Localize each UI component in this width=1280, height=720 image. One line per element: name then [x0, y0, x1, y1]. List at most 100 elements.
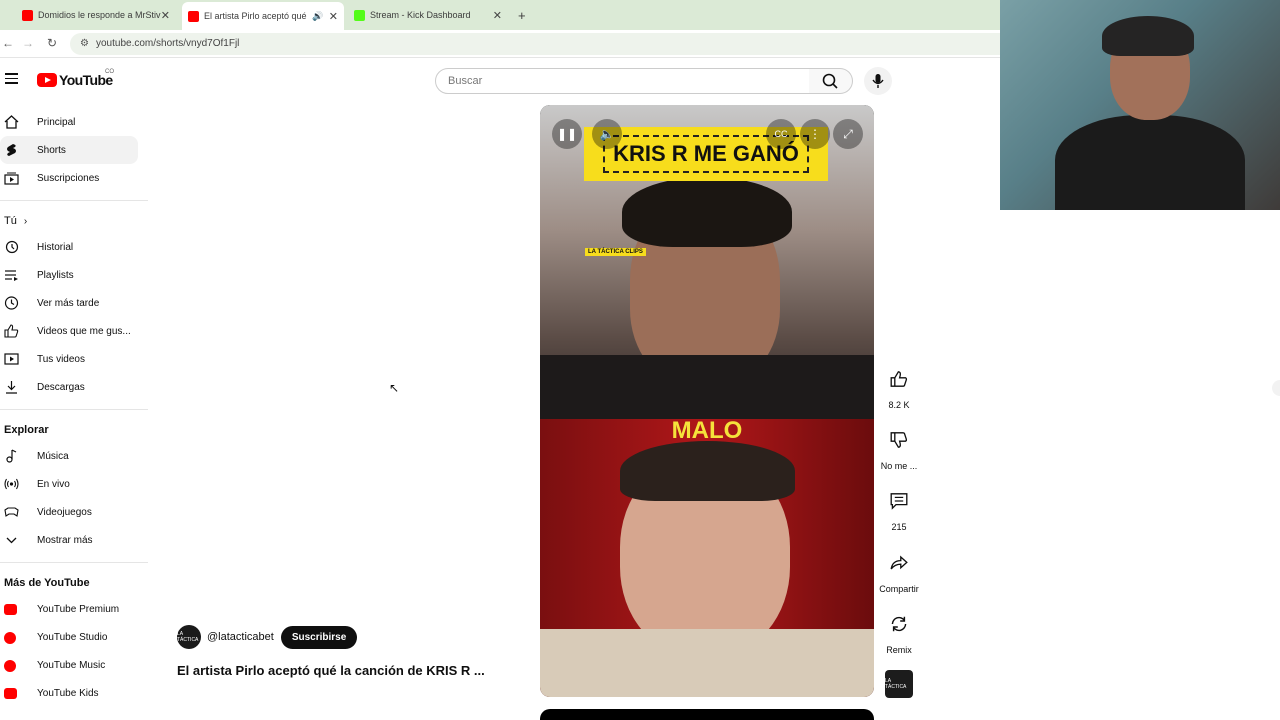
- volume-button[interactable]: 🔈: [592, 119, 622, 149]
- search-placeholder: Buscar: [448, 75, 483, 87]
- sidebar-item-youtube-studio[interactable]: YouTube Studio: [0, 623, 148, 651]
- youtube-favicon-icon: [22, 9, 33, 21]
- sidebar-item-downloads[interactable]: Descargas: [0, 373, 148, 401]
- sidebar-item-live[interactable]: En vivo: [0, 470, 148, 498]
- mouse-cursor-icon: ↖: [389, 381, 400, 395]
- like-icon: [4, 324, 19, 338]
- your-videos-icon: [4, 353, 19, 365]
- reload-icon[interactable]: ↻: [47, 36, 57, 50]
- sidebar-item-liked-videos[interactable]: Videos que me gus...: [0, 317, 148, 345]
- sidebar-item-principal[interactable]: Principal: [0, 108, 148, 136]
- share-label: Compartir: [879, 584, 919, 594]
- sidebar-item-youtube-kids[interactable]: YouTube Kids: [0, 679, 148, 707]
- gaming-icon: [4, 507, 19, 517]
- next-short-preview[interactable]: [540, 709, 874, 720]
- new-tab-button[interactable]: +: [512, 4, 532, 26]
- person-coat: [540, 629, 874, 697]
- dislike-label: No me ...: [880, 461, 918, 471]
- remix-label: Remix: [886, 645, 912, 655]
- channel-row: LA TÁCTICA @latacticabet Suscribirse: [177, 625, 358, 649]
- fullscreen-icon: ⤢: [843, 126, 853, 141]
- channel-handle[interactable]: @latacticabet: [207, 631, 274, 643]
- divider: [0, 409, 148, 410]
- forward-icon[interactable]: →: [22, 36, 34, 50]
- like-count: 8.2 K: [888, 400, 910, 410]
- comments-count: 215: [891, 522, 907, 532]
- thumbs-up-icon: [890, 371, 908, 387]
- browser-tab-active[interactable]: El artista Pirlo aceptó qué la 🔊 ✕: [182, 2, 344, 30]
- subscribe-button[interactable]: Suscribirse: [280, 625, 358, 649]
- sidebar-item-youtube-music[interactable]: YouTube Music: [0, 651, 148, 679]
- tab-title: El artista Pirlo aceptó qué la: [204, 11, 308, 21]
- short-video-player[interactable]: KRIS R ME GANÓ LA TÁCTICA CLIPS MALO ❚❚ …: [540, 105, 874, 697]
- microphone-icon: [872, 74, 884, 88]
- clip-tag: LA TÁCTICA CLIPS: [585, 248, 646, 256]
- download-icon: [6, 381, 17, 394]
- shorts-icon: [7, 144, 16, 156]
- sidebar-item-watch-later[interactable]: Ver más tarde: [0, 289, 148, 317]
- video-frame-bottom: [540, 419, 874, 697]
- divider: [0, 200, 148, 201]
- comments-button[interactable]: 215: [876, 484, 922, 532]
- section-heading: Más de YouTube: [4, 577, 90, 589]
- close-tab-icon[interactable]: ✕: [329, 10, 338, 23]
- navigation-arrow-button[interactable]: [1272, 380, 1280, 396]
- close-tab-icon[interactable]: ✕: [493, 9, 502, 22]
- section-heading: Explorar: [4, 424, 49, 436]
- sidebar-item-music[interactable]: Música: [0, 442, 148, 470]
- share-button[interactable]: Compartir: [876, 546, 922, 594]
- search-button[interactable]: [809, 68, 853, 94]
- browser-tab[interactable]: Stream - Kick Dashboard ✕: [348, 4, 508, 26]
- voice-search-button[interactable]: [864, 67, 892, 95]
- dislike-button[interactable]: No me ...: [876, 423, 922, 471]
- sidebar: Principal Shorts Suscripciones Tú › Hist…: [0, 108, 148, 707]
- sidebar-item-history[interactable]: Historial: [0, 233, 148, 261]
- channel-avatar-text: LA TÁCTICA: [177, 631, 199, 643]
- youtube-logo[interactable]: YouTube: [37, 72, 113, 88]
- comment-icon: [890, 493, 908, 510]
- youtube-premium-icon: [4, 604, 17, 615]
- history-icon: [5, 240, 19, 254]
- browser-tab[interactable]: Domidios le responde a MrStiv ✕: [16, 4, 176, 26]
- sidebar-item-subscriptions[interactable]: Suscripciones: [0, 164, 148, 192]
- youtube-favicon-icon: [188, 10, 199, 22]
- site-info-icon[interactable]: ⚙: [80, 38, 89, 49]
- sidebar-item-show-more[interactable]: Mostrar más: [0, 526, 148, 554]
- section-you[interactable]: Tú ›: [0, 209, 148, 233]
- speaker-icon[interactable]: 🔊: [312, 11, 323, 22]
- sidebar-item-label: Suscripciones: [37, 172, 100, 184]
- sidebar-item-gaming[interactable]: Videojuegos: [0, 498, 148, 526]
- sidebar-item-label: Videos que me gus...: [37, 325, 131, 337]
- sidebar-item-label: Mostrar más: [37, 534, 93, 546]
- sidebar-item-playlists[interactable]: Playlists: [0, 261, 148, 289]
- sidebar-item-youtube-premium[interactable]: YouTube Premium: [0, 595, 148, 623]
- sidebar-item-shorts[interactable]: Shorts: [0, 136, 138, 164]
- music-icon: [6, 449, 17, 463]
- sidebar-item-your-videos[interactable]: Tus videos: [0, 345, 148, 373]
- volume-icon: 🔈: [599, 127, 615, 141]
- sidebar-item-label: YouTube Music: [37, 659, 106, 671]
- fullscreen-button[interactable]: ⤢: [833, 119, 863, 149]
- divider: [0, 562, 148, 563]
- like-button[interactable]: 8.2 K: [876, 362, 922, 410]
- search-input[interactable]: Buscar: [435, 68, 810, 94]
- back-icon[interactable]: ←: [2, 36, 14, 50]
- short-title[interactable]: El artista Pirlo aceptó qué la canción d…: [177, 663, 497, 678]
- sidebar-item-label: Ver más tarde: [37, 297, 100, 309]
- more-vert-icon: ⋮: [809, 127, 821, 141]
- captions-button[interactable]: CC: [766, 119, 796, 149]
- more-options-button[interactable]: ⋮: [800, 119, 830, 149]
- youtube-play-icon: [37, 73, 57, 87]
- remix-button[interactable]: Remix: [876, 607, 922, 655]
- close-tab-icon[interactable]: ✕: [161, 9, 170, 22]
- share-icon: [890, 555, 908, 570]
- remix-icon: [891, 616, 907, 632]
- channel-thumbnail[interactable]: LA TÁCTICA: [885, 670, 913, 698]
- menu-icon[interactable]: [5, 73, 18, 84]
- sidebar-item-label: Playlists: [37, 269, 74, 281]
- url-field[interactable]: ⚙ youtube.com/shorts/vnyd7Of1Fjl: [70, 33, 1000, 55]
- sidebar-item-label: Descargas: [37, 381, 85, 393]
- sidebar-item-label: Videojuegos: [37, 506, 92, 518]
- channel-avatar[interactable]: LA TÁCTICA: [177, 625, 201, 649]
- pause-button[interactable]: ❚❚: [552, 119, 582, 149]
